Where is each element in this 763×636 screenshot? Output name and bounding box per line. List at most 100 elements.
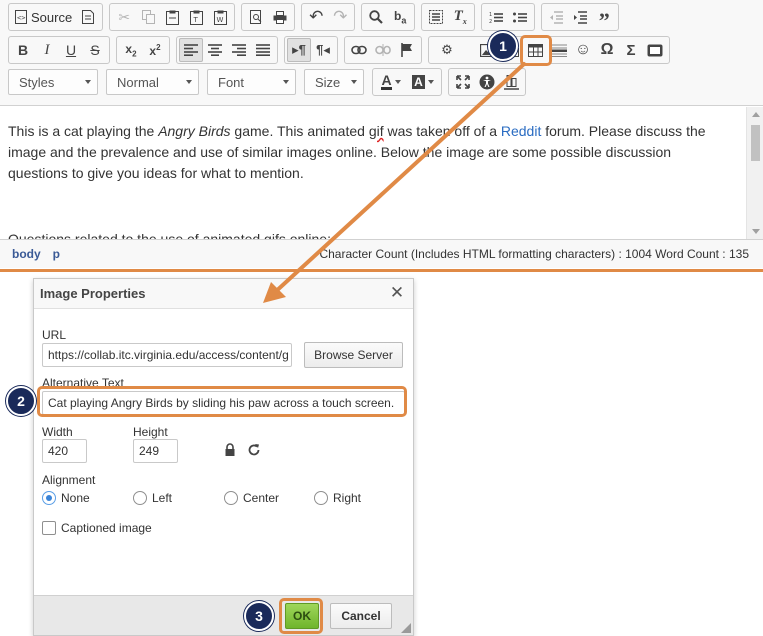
captioned-image-checkbox[interactable]	[42, 521, 56, 535]
unlink-icon	[375, 44, 391, 56]
replace-button[interactable]: ba	[388, 5, 412, 29]
print-button[interactable]	[268, 5, 292, 29]
font-dropdown[interactable]: Font	[207, 69, 296, 95]
reddit-link[interactable]: Reddit	[501, 123, 541, 139]
path-p[interactable]: p	[53, 247, 60, 261]
editor-scrollbar[interactable]	[746, 107, 763, 239]
browse-server-button[interactable]: Browse Server	[304, 342, 403, 368]
alignment-label: Alignment	[42, 473, 96, 487]
align-left-button[interactable]	[179, 38, 203, 62]
replace-icon: ba	[394, 8, 407, 26]
align-center-option[interactable]: Center	[224, 491, 279, 505]
preview-button[interactable]	[244, 5, 268, 29]
indent-button[interactable]	[568, 5, 592, 29]
select-all-button[interactable]	[424, 5, 448, 29]
paste-word-button[interactable]: W	[208, 5, 232, 29]
iframe-button[interactable]	[643, 38, 667, 62]
undo-icon: ↶	[309, 7, 324, 26]
bg-color-icon: A	[412, 75, 425, 89]
paste-text-icon: T	[189, 10, 203, 25]
maximize-icon	[456, 75, 470, 89]
strikethrough-button[interactable]: S	[83, 38, 107, 62]
math-button[interactable]: Σ	[619, 38, 643, 62]
close-icon[interactable]: ✕	[387, 283, 407, 303]
outdent-button[interactable]	[544, 5, 568, 29]
history-group: ↶ ↷	[301, 3, 356, 31]
bold-button[interactable]: B	[11, 38, 35, 62]
text-rtl-button[interactable]: ¶◂	[311, 38, 335, 62]
superscript-button[interactable]: x2	[143, 38, 167, 62]
subscript-button[interactable]: x2	[119, 38, 143, 62]
italic-button[interactable]: I	[35, 38, 59, 62]
copy-button[interactable]	[136, 5, 160, 29]
paste-button[interactable]	[160, 5, 184, 29]
scroll-thumb[interactable]	[751, 125, 760, 161]
word-count: Character Count (Includes HTML formattin…	[319, 247, 749, 261]
radio-right[interactable]	[314, 491, 328, 505]
editor-toolbar: <> Source ✂ T W ↶ ↷ ba Tx 1 2 ” B I U S …	[0, 0, 763, 106]
scroll-up-icon[interactable]	[752, 112, 760, 117]
spellcheck-icon	[503, 74, 519, 90]
justify-button[interactable]	[251, 38, 275, 62]
align-center-button[interactable]	[203, 38, 227, 62]
spellcheck-button[interactable]	[499, 70, 523, 94]
text-ltr-button[interactable]: ▸¶	[287, 38, 311, 62]
resize-grip-icon[interactable]	[401, 623, 411, 633]
special-char-button[interactable]: Ω	[595, 38, 619, 62]
align-left-option[interactable]: Left	[133, 491, 172, 505]
radio-none[interactable]	[42, 491, 56, 505]
path-body[interactable]: body	[12, 247, 41, 261]
radio-center[interactable]	[224, 491, 238, 505]
dialog-title[interactable]: Image Properties	[34, 279, 413, 309]
cut-button[interactable]: ✂	[112, 5, 136, 29]
height-input[interactable]: 249	[133, 439, 178, 463]
format-dropdown[interactable]: Normal	[106, 69, 199, 95]
size-dropdown[interactable]: Size	[304, 69, 364, 95]
accessibility-button[interactable]	[475, 70, 499, 94]
step-2-badge: 2	[6, 386, 36, 416]
lock-ratio-button[interactable]	[224, 443, 236, 460]
smiley-button[interactable]: ☺	[571, 38, 595, 62]
bulleted-list-button[interactable]	[508, 5, 532, 29]
source-icon: <>	[15, 10, 27, 24]
quote-icon: ”	[598, 8, 610, 33]
editor-content-area[interactable]: This is a cat playing the Angry Birds ga…	[0, 107, 763, 239]
align-right-button[interactable]	[227, 38, 251, 62]
subscript-icon: x2	[125, 41, 137, 59]
align-right-option[interactable]: Right	[314, 491, 361, 505]
anchor-button[interactable]	[395, 38, 419, 62]
image-properties-dialog: Image Properties ✕ URL https://collab.it…	[33, 278, 414, 636]
remove-format-button[interactable]: Tx	[448, 5, 472, 29]
undo-button[interactable]: ↶	[304, 5, 328, 29]
text-run: was taken off of a	[383, 123, 501, 139]
templates-button[interactable]	[76, 5, 100, 29]
reset-size-button[interactable]	[247, 443, 261, 460]
separator-highlight	[0, 269, 763, 272]
paste-text-button[interactable]: T	[184, 5, 208, 29]
underline-button[interactable]: U	[59, 38, 83, 62]
find-button[interactable]	[364, 5, 388, 29]
link-icon	[351, 45, 367, 55]
unlink-button[interactable]	[371, 38, 395, 62]
basic-styles-group: B I U S	[8, 36, 110, 64]
toolbar-row-3: Styles Normal Font Size A A	[8, 67, 532, 97]
width-input[interactable]: 420	[42, 439, 87, 463]
insert-widget-button[interactable]: ⚙	[435, 38, 459, 62]
bg-color-button[interactable]: A	[407, 70, 439, 94]
align-none-option[interactable]: None	[42, 491, 90, 505]
radio-left[interactable]	[133, 491, 147, 505]
url-input[interactable]: https://collab.itc.virginia.edu/access/c…	[42, 343, 292, 367]
link-button[interactable]	[347, 38, 371, 62]
blockquote-button[interactable]: ”	[592, 5, 616, 33]
scroll-down-icon[interactable]	[752, 229, 760, 234]
numbered-list-button[interactable]: 12	[484, 5, 508, 29]
chevron-down-icon	[394, 80, 401, 84]
cancel-button[interactable]: Cancel	[330, 603, 392, 629]
source-button[interactable]: <> Source	[11, 5, 76, 29]
text-color-button[interactable]: A	[375, 70, 407, 94]
redo-button[interactable]: ↷	[328, 5, 352, 29]
maximize-button[interactable]	[451, 70, 475, 94]
underline-icon: U	[65, 42, 77, 58]
styles-dropdown[interactable]: Styles	[8, 69, 98, 95]
captioned-image-option[interactable]: Captioned image	[42, 521, 152, 535]
